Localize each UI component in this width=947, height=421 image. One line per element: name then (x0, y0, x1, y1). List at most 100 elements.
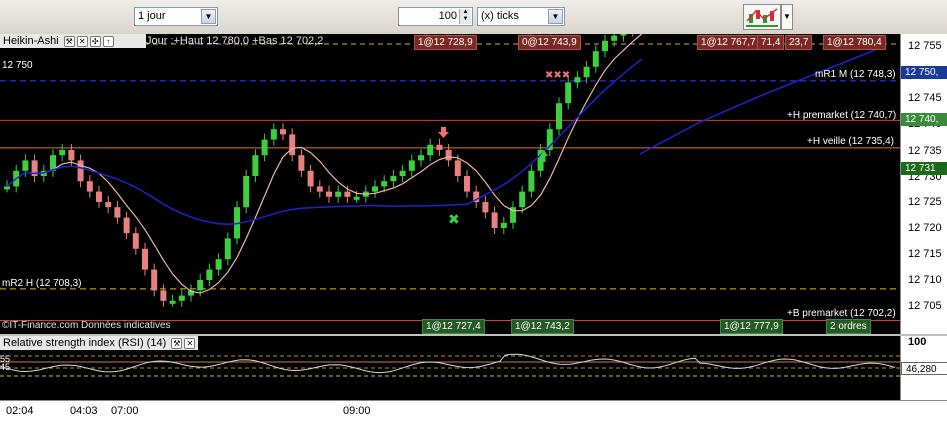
rsi-title: Relative strength index (RSI) (14) (3, 337, 167, 349)
order-tag[interactable]: 1@12 780,4 (823, 35, 886, 50)
candle-body (620, 34, 627, 36)
order-tag[interactable]: 1@12 777,9 (720, 319, 783, 334)
candle-body (289, 134, 296, 156)
units-input[interactable]: 100 ▲ ▼ (398, 7, 473, 26)
toolbar: 1 jour ▼ 100 ▲ ▼ (x) ticks ▼ ▼ (0, 0, 947, 35)
candle-body (243, 176, 250, 208)
chart-type-chevron-icon[interactable]: ▼ (781, 4, 793, 30)
candle-body (197, 280, 204, 291)
price-tag-last: 12 731 (901, 162, 947, 175)
candle-body (445, 150, 452, 161)
units-type-select[interactable]: (x) ticks ▼ (477, 7, 565, 26)
chart-type-button[interactable] (743, 4, 781, 30)
y-tick: 12 705 (908, 300, 942, 312)
level-label-mr2: mR2 H (12 708,3) (2, 278, 82, 289)
y-tick: 12 720 (908, 222, 942, 234)
price-chart-svg: ✖✖✖✖ (0, 34, 900, 322)
candle-body (270, 129, 277, 140)
y-tick: 12 725 (908, 196, 942, 208)
candle-body (68, 150, 75, 161)
candle-body (206, 269, 213, 280)
candle-body (381, 181, 388, 187)
candle-body (280, 129, 286, 135)
candle-body (344, 191, 351, 197)
close-icon[interactable]: ✕ (184, 337, 196, 349)
level-label-mr1: mR1 M (12 748,3) (815, 69, 896, 80)
candle-body (464, 176, 470, 192)
candle-body (353, 196, 360, 200)
candle-body (59, 150, 66, 156)
order-tag[interactable]: 0@12 743,9 (518, 35, 581, 50)
candle-body (151, 269, 158, 291)
candle-body (160, 290, 167, 301)
candle-body (592, 51, 599, 67)
order-tag[interactable]: 1@12 728,9 (414, 35, 477, 50)
candle-body (390, 176, 397, 182)
order-tag[interactable]: 1@12 767,7 (697, 35, 760, 50)
rsi-current-value: 46,280 (901, 362, 947, 375)
candle-body (427, 144, 434, 156)
x-tick: 09:00 (343, 405, 371, 417)
wrench-icon[interactable]: ⚒ (63, 35, 75, 47)
order-tag[interactable]: 2 ordres (826, 319, 871, 334)
chevron-down-icon[interactable]: ▼ (548, 9, 563, 24)
candle-body (114, 207, 121, 218)
period-value: 1 jour (138, 10, 166, 22)
candle-body (132, 233, 139, 249)
units-type-value: (x) ticks (481, 10, 519, 22)
y-tick: 12 745 (908, 92, 942, 104)
candle-body (178, 295, 185, 301)
order-tag[interactable]: 1@12 743,2 (511, 319, 574, 334)
candle-body (408, 160, 415, 171)
ma-slow-line (6, 58, 643, 226)
chart-header: Heikin-Ashi ⚒ ✕ ✣ ↑ (0, 34, 146, 48)
sell-markers-icon: ✖✖✖ (545, 70, 570, 81)
units-stepper-icon[interactable]: ▲ ▼ (459, 9, 471, 24)
candle-body (169, 300, 176, 304)
rsi-axis[interactable]: 100 46,280 (900, 336, 947, 400)
candle-body (96, 191, 102, 202)
wrench-icon[interactable]: ⚒ (171, 337, 183, 349)
candle-body (399, 170, 406, 176)
rsi-axis-top: 100 (908, 336, 927, 348)
candle-body (105, 202, 112, 208)
order-tag[interactable]: 23,7 (785, 35, 813, 50)
candle-body (482, 202, 489, 213)
rsi-header: Relative strength index (RSI) (14) ⚒ ✕ (0, 336, 199, 350)
price-tag-h-premarket: 12 740, (901, 113, 947, 126)
candle-body (436, 144, 443, 150)
price-chart[interactable]: ✖ ✖✖✖ Heikin-Ashi ⚒ ✕ ✣ ↑ Jour :+Haut 12 780… (0, 34, 900, 334)
candle-body (261, 139, 268, 156)
time-axis[interactable]: 02:04 04:03 07:00 09:00 (0, 400, 947, 421)
order-tag[interactable]: 71,4 (757, 35, 785, 50)
order-tag[interactable]: 1@12 727,4 (422, 319, 485, 334)
candle-body (519, 191, 526, 208)
period-select[interactable]: 1 jour ▼ (134, 7, 218, 26)
close-icon[interactable]: ✕ (76, 35, 88, 47)
rsi-panel[interactable]: Relative strength index (RSI) (14) ⚒ ✕ 55… (0, 336, 900, 400)
arrow-up-icon[interactable]: ↑ (102, 35, 114, 47)
candle-body (574, 77, 581, 83)
chevron-down-icon[interactable]: ▼ (201, 9, 216, 24)
rsi-line (0, 353, 896, 374)
price-axis[interactable]: 12 755 12 745 12 740 12 735 12 730 12 72… (900, 34, 947, 334)
day-range-info: Jour :+Haut 12 780,0 +Bas 12 702,2 (146, 35, 324, 47)
candle-body (335, 191, 342, 197)
x-tick: 02:04 (6, 405, 34, 417)
candle-body (372, 186, 378, 192)
x-tick: 07:00 (111, 405, 139, 417)
candle-body (491, 212, 498, 228)
y-tick: 12 735 (908, 145, 942, 157)
candle-body (602, 40, 608, 52)
candle-body (86, 181, 93, 192)
units-value: 100 (438, 10, 457, 22)
candle-body (4, 186, 10, 190)
data-source-note: ©IT-Finance.com Données indicatives (2, 320, 171, 331)
candle-body (418, 155, 424, 161)
candle-body (123, 217, 130, 234)
sell-arrow-icon (438, 127, 449, 138)
x-tick: 04:03 (70, 405, 98, 417)
move-icon[interactable]: ✣ (89, 35, 101, 47)
candle-body (298, 155, 305, 171)
candle-body (252, 155, 259, 176)
